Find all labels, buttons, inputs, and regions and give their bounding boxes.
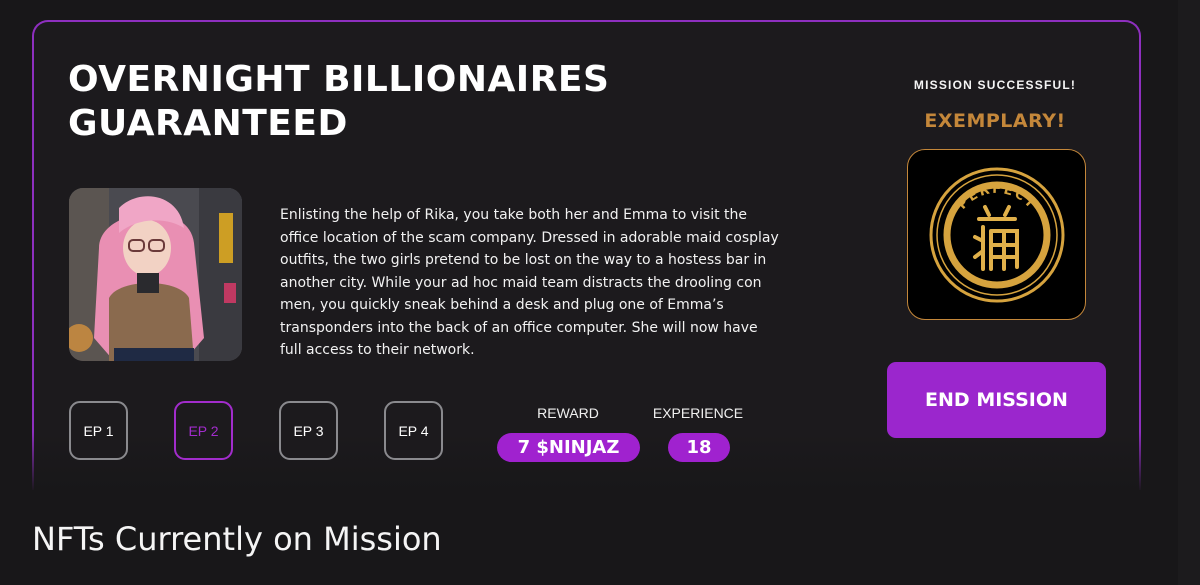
episode-label: EP 3 [293,422,324,439]
episode-button-2[interactable]: EP 2 [174,401,233,460]
end-mission-button[interactable]: END MISSION [887,362,1106,438]
character-portrait [69,188,242,361]
episode-label: EP 2 [188,422,219,439]
experience-label: EXPERIENCE [652,405,744,421]
experience-value: 18 [668,433,730,462]
portrait-illustration [69,188,242,361]
episode-button-1[interactable]: EP 1 [69,401,128,460]
reward-label: REWARD [537,405,599,421]
section-title: NFTs Currently on Mission [32,520,442,558]
mission-description: Enlisting the help of Rika, you take bot… [280,207,779,358]
episode-label: EP 4 [398,422,429,439]
mission-grade: EXEMPLARY! [924,110,1066,132]
mission-title: OVERNIGHT BILLIONAIRES GUARANTEED [68,59,610,144]
episode-button-4[interactable]: EP 4 [384,401,443,460]
perfect-seal-icon: PERFECT [907,149,1086,320]
seal-graphic: PERFECT [929,167,1064,302]
reward-value: 7 $NINJAZ [497,433,640,462]
scrollbar[interactable] [1178,0,1200,585]
episode-button-3[interactable]: EP 3 [279,401,338,460]
mission-status: MISSION SUCCESSFUL! [913,78,1077,92]
episode-label: EP 1 [83,422,114,439]
